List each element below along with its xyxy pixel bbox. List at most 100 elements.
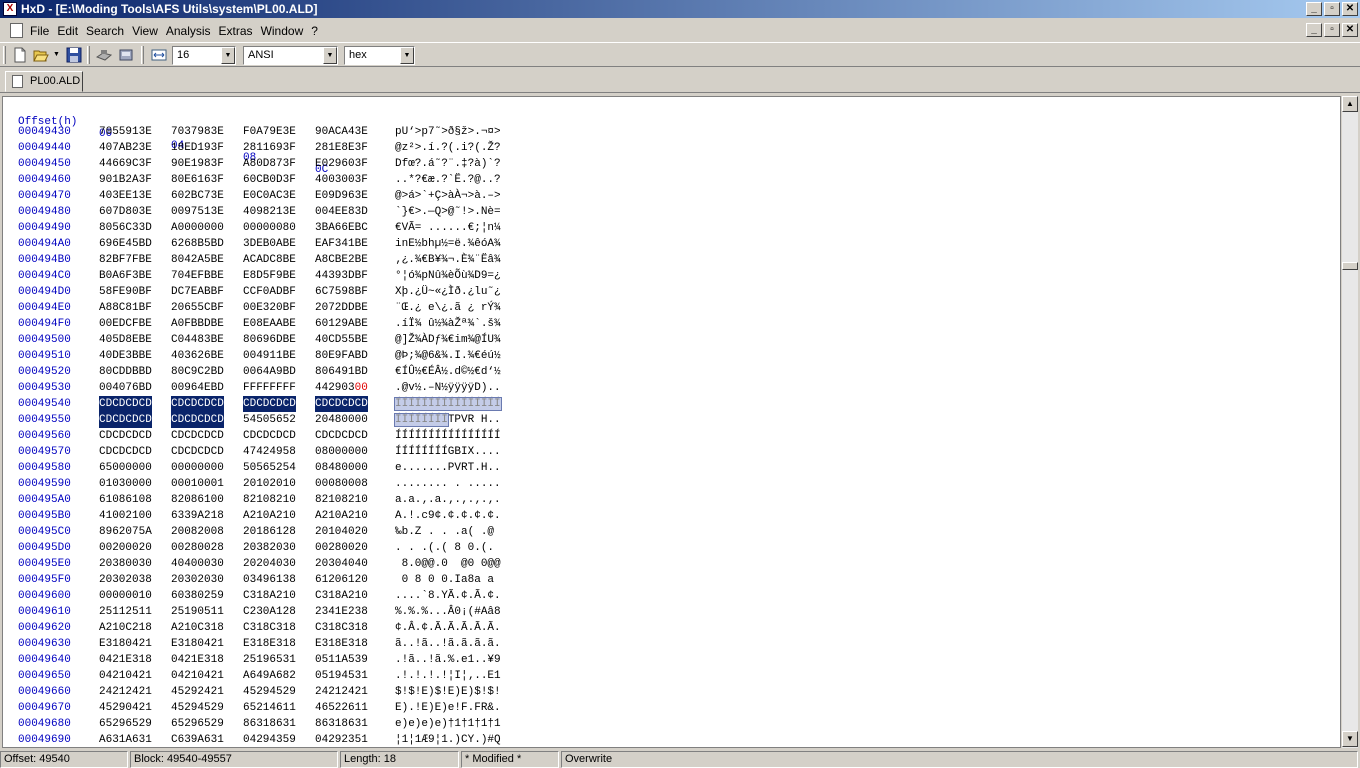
- hex-group[interactable]: 08480000: [315, 460, 368, 476]
- scrollbar-thumb[interactable]: [1342, 262, 1358, 270]
- text-column[interactable]: $!$!E)$!E)E)$!$!: [395, 684, 501, 700]
- hex-group[interactable]: 00200020: [99, 540, 152, 556]
- hex-group[interactable]: E318E318: [243, 636, 296, 652]
- toolbar-grip[interactable]: [3, 46, 6, 64]
- text-column[interactable]: ¨Œ.¿ e\¿.ã ¿ rÝ¾: [395, 300, 501, 316]
- hex-group[interactable]: 0097513E: [171, 204, 224, 220]
- status-mode[interactable]: Overwrite: [561, 751, 1358, 768]
- hex-group[interactable]: CDCDCDCD: [171, 444, 224, 460]
- text-column[interactable]: @Þ;¾@6&¾.I.¾€éú½: [395, 348, 501, 364]
- hex-group[interactable]: 01030000: [99, 476, 152, 492]
- hex-group[interactable]: 60380259: [171, 588, 224, 604]
- hex-group[interactable]: EAF341BE: [315, 236, 368, 252]
- text-column[interactable]: ‚¿.¾€B¥¾¬.È¾¨Ëâ¾: [395, 252, 501, 268]
- hex-group[interactable]: 004EE83D: [315, 204, 368, 220]
- text-column[interactable]: inE½bhµ½=ë.¾êóA¾: [395, 236, 501, 252]
- hex-group[interactable]: A0FBBDBE: [171, 316, 224, 332]
- text-column[interactable]: . . .(.( 8 0.(.: [395, 540, 501, 556]
- hex-group[interactable]: 45290421: [99, 700, 152, 716]
- hex-group[interactable]: E3180421: [171, 636, 224, 652]
- hex-group[interactable]: 20082008: [171, 524, 224, 540]
- hex-group[interactable]: A80D873F: [243, 156, 296, 172]
- hex-group[interactable]: 8056C33D: [99, 220, 152, 236]
- hex-group[interactable]: C318A210: [315, 588, 368, 604]
- text-column[interactable]: ‰b.Z . . .a( .@: [395, 524, 501, 540]
- hex-group[interactable]: ACADC8BE: [243, 252, 296, 268]
- hex-group[interactable]: 86318631: [243, 716, 296, 732]
- text-column[interactable]: ¦1¦1Æ9¦1.)CY.)#Q: [395, 732, 501, 747]
- hex-group[interactable]: A210C318: [171, 620, 224, 636]
- hex-group[interactable]: C318A210: [243, 588, 296, 604]
- hex-group[interactable]: A8CBE2BE: [315, 252, 368, 268]
- hex-group[interactable]: 6268B5BD: [171, 236, 224, 252]
- hex-group[interactable]: 80CDDBBD: [99, 364, 152, 380]
- hex-group[interactable]: 65296529: [171, 716, 224, 732]
- text-column[interactable]: .íÏ¾ û½¾àŽª¾`.š¾: [395, 316, 501, 332]
- hex-group[interactable]: 403EE13E: [99, 188, 152, 204]
- text-column[interactable]: ..*?€æ.?`Ë.?@..?: [395, 172, 501, 188]
- hex-group[interactable]: 44669C3F: [99, 156, 152, 172]
- hex-group[interactable]: 004076BD: [99, 380, 152, 396]
- hex-group[interactable]: 405D8EBE: [99, 332, 152, 348]
- chevron-down-icon[interactable]: ▼: [323, 47, 337, 64]
- menu-window[interactable]: Window: [261, 24, 310, 38]
- hex-group[interactable]: E8D5F9BE: [243, 268, 296, 284]
- charset-select[interactable]: ANSI ▼: [243, 46, 338, 65]
- bytes-per-row-select[interactable]: 16 ▼: [172, 46, 236, 65]
- text-column[interactable]: ¢.Â.¢.Ã.Ã.Ã.Ã.Ã.: [395, 620, 501, 636]
- hex-group[interactable]: 704EFBBE: [171, 268, 224, 284]
- mdi-restore-button[interactable]: ▫: [1324, 23, 1340, 37]
- text-column[interactable]: `}€>.—Q>@˜!>.Nè=: [395, 204, 501, 220]
- close-button[interactable]: ✕: [1342, 2, 1358, 16]
- menu-analysis[interactable]: Analysis: [166, 24, 217, 38]
- hex-group[interactable]: A210A210: [243, 508, 296, 524]
- hex-group[interactable]: 00EDCFBE: [99, 316, 152, 332]
- menu-help[interactable]: ?: [311, 24, 324, 38]
- hex-group[interactable]: 00000010: [99, 588, 152, 604]
- new-file-icon[interactable]: [12, 47, 28, 63]
- hex-group[interactable]: 18ED193F: [171, 140, 224, 156]
- hex-group[interactable]: C639A631: [171, 732, 224, 747]
- hex-group[interactable]: 7055913E: [99, 124, 152, 140]
- hex-group[interactable]: CDCDCDCD: [99, 412, 152, 428]
- hex-group[interactable]: 00080008: [315, 476, 368, 492]
- text-column[interactable]: e.......PVRT.H..: [395, 460, 501, 476]
- hex-editor[interactable]: Offset(h) 00 04 08 0C 00049430 7055913E 70…: [2, 96, 1341, 748]
- hex-group[interactable]: 20102010: [243, 476, 296, 492]
- hex-group[interactable]: 00000080: [243, 220, 296, 236]
- hex-group[interactable]: 00280028: [171, 540, 224, 556]
- hex-group[interactable]: 40CD55BE: [315, 332, 368, 348]
- hex-group[interactable]: 8042A5BE: [171, 252, 224, 268]
- hex-group[interactable]: 45294529: [243, 684, 296, 700]
- menu-search[interactable]: Search: [86, 24, 130, 38]
- hex-group[interactable]: 20302038: [99, 572, 152, 588]
- hex-group[interactable]: B0A6F3BE: [99, 268, 152, 284]
- hex-group[interactable]: 25196531: [243, 652, 296, 668]
- hex-group[interactable]: E09D963E: [315, 188, 368, 204]
- text-column[interactable]: °¦ó¾pNû¾èÕù¾D9=¿: [395, 268, 501, 284]
- hex-group[interactable]: 20655CBF: [171, 300, 224, 316]
- hex-group[interactable]: A210C218: [99, 620, 152, 636]
- hex-group[interactable]: F0A79E3E: [243, 124, 296, 140]
- hex-group[interactable]: 45292421: [171, 684, 224, 700]
- text-column[interactable]: ÍÍÍÍÍÍÍÍÍÍÍÍÍÍÍÍ: [395, 428, 501, 444]
- hex-group[interactable]: 00E320BF: [243, 300, 296, 316]
- hex-group[interactable]: 6C7598BF: [315, 284, 368, 300]
- hex-group[interactable]: C318C318: [243, 620, 296, 636]
- hex-group[interactable]: 60CB0D3F: [243, 172, 296, 188]
- hex-group[interactable]: CDCDCDCD: [315, 396, 368, 412]
- text-column[interactable]: ....`8.YÃ.¢.Ã.¢.: [395, 588, 501, 604]
- hex-group[interactable]: 82BF7FBE: [99, 252, 152, 268]
- text-column[interactable]: @]Ž¾ÀDƒ¾€im¾@ÍU¾: [395, 332, 501, 348]
- open-disk-icon[interactable]: [96, 47, 112, 63]
- hex-group[interactable]: 20380030: [99, 556, 152, 572]
- scroll-up-icon[interactable]: ▲: [1342, 96, 1358, 112]
- text-column[interactable]: 0 8 0 0.Ia8a a: [395, 572, 501, 588]
- hex-group[interactable]: 2811693F: [243, 140, 296, 156]
- hex-group[interactable]: CCF0ADBF: [243, 284, 296, 300]
- hex-group[interactable]: 00964EBD: [171, 380, 224, 396]
- hex-group[interactable]: 20304040: [315, 556, 368, 572]
- mdi-close-button[interactable]: ✕: [1342, 23, 1358, 37]
- hex-group[interactable]: 4098213E: [243, 204, 296, 220]
- hex-group[interactable]: 61206120: [315, 572, 368, 588]
